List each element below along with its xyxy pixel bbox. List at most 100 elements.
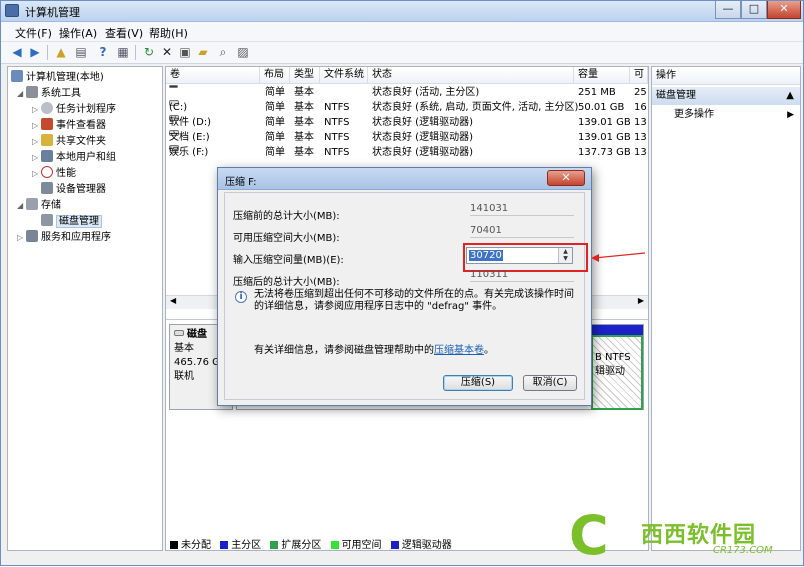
available-space-label: 可用压缩空间大小(MB):: [233, 233, 340, 244]
toolbar: ◀ ▶ ▲ ▤ ? ▦ ↻ ✕ ▣ ▰ ⌕ ▨: [1, 42, 803, 64]
open-folder-icon[interactable]: ▰: [195, 44, 211, 60]
console-tree-icon[interactable]: ▤: [73, 44, 89, 60]
expand-icon[interactable]: ▷: [32, 134, 41, 150]
shrink-button[interactable]: 压缩(S): [443, 375, 513, 391]
table-row[interactable]: 简单 基本 状态良好 (活动, 主分区) 251 MB 25: [166, 85, 650, 100]
menu-action[interactable]: 操作(A): [59, 25, 97, 41]
properties-icon[interactable]: ▣: [177, 44, 193, 60]
volume-type: 基本: [294, 117, 314, 128]
clock-icon: [41, 102, 53, 114]
column-header-status[interactable]: 状态: [368, 67, 574, 84]
column-header-volume[interactable]: 卷: [166, 67, 260, 84]
legend-item: 未分配: [170, 540, 211, 551]
volume-filesystem: NTFS: [324, 147, 350, 158]
volume-type: 基本: [294, 147, 314, 158]
actions-pane: 操作 磁盘管理 ▲ 更多操作 ▶: [651, 66, 801, 551]
actions-section-disk-management[interactable]: 磁盘管理 ▲: [652, 87, 800, 105]
storage-icon: [26, 198, 38, 210]
chevron-right-icon: ▶: [787, 110, 794, 120]
tree-item-services-apps[interactable]: ▷ 服务和应用程序: [17, 230, 111, 246]
back-arrow-icon[interactable]: ◀: [9, 44, 25, 60]
expand-icon[interactable]: ▷: [32, 150, 41, 166]
search-icon[interactable]: ⌕: [215, 44, 231, 60]
menu-view[interactable]: 查看(V): [105, 25, 143, 41]
disk-icon: [174, 330, 184, 336]
tree-item-system-tools[interactable]: ◢ 系统工具: [17, 86, 81, 102]
expand-icon[interactable]: ▷: [32, 166, 41, 182]
settings-icon[interactable]: ▨: [235, 44, 251, 60]
device-manager-icon: [41, 182, 53, 194]
shrink-basic-volume-link[interactable]: 压缩基本卷: [434, 345, 484, 356]
computer-management-window: 计算机管理 — □ ✕ 文件(F) 操作(A) 查看(V) 帮助(H) ◀ ▶ …: [0, 0, 804, 566]
dialog-body: 压缩前的总计大小(MB): 141031 可用压缩空间大小(MB): 70401…: [224, 192, 588, 400]
maximize-button[interactable]: □: [741, 1, 767, 19]
action-pane-icon[interactable]: ▦: [115, 44, 131, 60]
volume-capacity: 251 MB: [578, 87, 616, 98]
volume-status: 状态良好 (系统, 启动, 页面文件, 活动, 主分区): [372, 102, 579, 113]
table-row[interactable]: 文档 (E:) 简单 基本 NTFS 状态良好 (逻辑驱动器) 139.01 G…: [166, 130, 650, 145]
total-after-value: 110311: [470, 269, 509, 280]
more-actions[interactable]: 更多操作 ▶: [652, 107, 800, 123]
tree-item-root[interactable]: 计算机管理(本地): [11, 70, 104, 86]
dialog-close-button[interactable]: ✕: [547, 170, 585, 186]
console-tree: 计算机管理(本地) ◢ 系统工具 ▷ 任务计划程序 ▷ 事件查看器 ▷ 共享文件夹 ▷ 本…: [7, 66, 163, 551]
forward-arrow-icon[interactable]: ▶: [27, 44, 43, 60]
volume-layout: 简单: [265, 132, 285, 143]
cancel-button[interactable]: 取消(C): [523, 375, 577, 391]
column-header-type[interactable]: 类型: [290, 67, 320, 84]
tree-item-shared-folders[interactable]: ▷ 共享文件夹: [32, 134, 106, 150]
help-icon[interactable]: ?: [95, 44, 111, 60]
toolbar-separator: [135, 45, 136, 60]
event-viewer-icon: [41, 118, 53, 130]
collapse-up-icon[interactable]: ▲: [786, 87, 794, 105]
volume-free: 25: [634, 87, 647, 98]
delete-icon[interactable]: ✕: [159, 44, 175, 60]
tree-item-disk-management[interactable]: 磁盘管理: [41, 214, 102, 230]
disk-management-icon: [41, 214, 53, 226]
tree-item-performance[interactable]: ▷ 性能: [32, 166, 76, 182]
table-row[interactable]: (C:) 简单 基本 NTFS 状态良好 (系统, 启动, 页面文件, 活动, …: [166, 100, 650, 115]
window-title: 计算机管理: [25, 6, 80, 19]
tree-item-storage[interactable]: ◢ 存储: [17, 198, 61, 214]
expand-icon[interactable]: ▷: [32, 102, 41, 118]
table-row[interactable]: 娱乐 (F:) 简单 基本 NTFS 状态良好 (逻辑驱动器) 137.73 G…: [166, 145, 650, 160]
menu-bar: 文件(F) 操作(A) 查看(V) 帮助(H): [1, 22, 803, 42]
field-underline: [470, 237, 574, 238]
partition-f[interactable]: B NTFS 辑驱动: [591, 335, 643, 410]
menu-help[interactable]: 帮助(H): [149, 25, 188, 41]
collapse-icon[interactable]: ◢: [17, 198, 26, 214]
table-row[interactable]: 软件 (D:) 简单 基本 NTFS 状态良好 (逻辑驱动器) 139.01 G…: [166, 115, 650, 130]
column-header-layout[interactable]: 布局: [260, 67, 290, 84]
tree-item-device-manager[interactable]: 设备管理器: [41, 182, 106, 198]
total-before-label: 压缩前的总计大小(MB):: [233, 211, 340, 222]
legend-swatch: [220, 541, 229, 549]
refresh-icon[interactable]: ↻: [141, 44, 157, 60]
expand-icon[interactable]: ▷: [17, 230, 26, 246]
expand-icon[interactable]: ▷: [32, 118, 41, 134]
legend-item: 主分区: [220, 540, 261, 551]
tree-item-local-users[interactable]: ▷ 本地用户和组: [32, 150, 116, 166]
dialog-title: 压缩 F:: [225, 177, 257, 188]
more-info-text: 有关详细信息，请参阅磁盘管理帮助中的压缩基本卷。: [254, 345, 494, 356]
scroll-right-icon[interactable]: ▶: [638, 296, 644, 305]
close-button[interactable]: ✕: [767, 1, 801, 19]
shared-folder-icon: [41, 134, 53, 146]
column-header-capacity[interactable]: 容量: [574, 67, 630, 84]
up-folder-icon[interactable]: ▲: [53, 44, 69, 60]
volume-layout: 简单: [265, 102, 285, 113]
menu-file[interactable]: 文件(F): [15, 25, 52, 41]
column-header-filesystem[interactable]: 文件系统: [320, 67, 368, 84]
annotation-highlight-box: [463, 243, 588, 272]
volume-capacity: 137.73 GB: [578, 147, 631, 158]
column-header-free[interactable]: 可: [630, 67, 648, 84]
minimize-button[interactable]: —: [715, 1, 741, 19]
volume-free: 13: [634, 147, 647, 158]
collapse-icon[interactable]: ◢: [17, 86, 26, 102]
actions-header: 操作: [652, 67, 800, 85]
tree-item-event-viewer[interactable]: ▷ 事件查看器: [32, 118, 106, 134]
volume-icon: [169, 85, 178, 88]
scroll-left-icon[interactable]: ◀: [170, 296, 176, 305]
tree-item-task-scheduler[interactable]: ▷ 任务计划程序: [32, 102, 116, 118]
performance-icon: [41, 166, 53, 178]
available-space-value: 70401: [470, 225, 502, 236]
